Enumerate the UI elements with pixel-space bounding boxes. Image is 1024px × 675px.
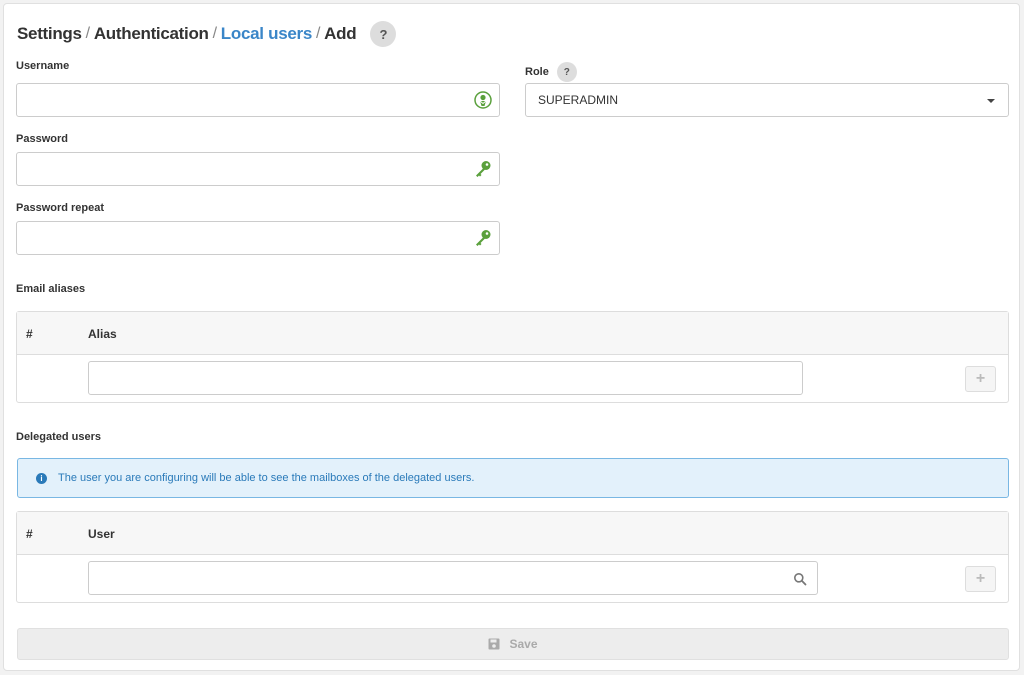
username-label: Username xyxy=(16,60,70,72)
chevron-down-icon xyxy=(987,99,995,103)
column-header-user: User xyxy=(88,527,115,541)
role-label-row: Role ? xyxy=(525,62,577,82)
info-icon: i xyxy=(36,472,47,484)
save-button[interactable]: Save xyxy=(17,628,1009,660)
role-help-icon[interactable]: ? xyxy=(556,62,577,82)
breadcrumb-add: Add xyxy=(324,24,357,43)
role-select[interactable]: SUPERADMIN xyxy=(525,83,1009,117)
save-button-label: Save xyxy=(509,637,538,651)
add-delegated-user-button[interactable]: + xyxy=(965,566,996,592)
key-icon xyxy=(473,159,493,179)
password-field[interactable] xyxy=(16,152,500,186)
password-repeat-label: Password repeat xyxy=(16,202,105,214)
username-field[interactable] xyxy=(16,83,500,117)
breadcrumb-separator: / xyxy=(315,25,321,42)
password-label: Password xyxy=(16,133,68,145)
breadcrumb-local-users-link[interactable]: Local users xyxy=(221,24,313,44)
alias-input[interactable] xyxy=(88,361,803,395)
user-search-input[interactable] xyxy=(88,561,818,595)
delegated-users-header: # User xyxy=(17,512,1008,555)
breadcrumb: Settings / Authentication / Local users … xyxy=(17,21,397,47)
email-aliases-header: # Alias xyxy=(17,312,1008,355)
role-selected-value: SUPERADMIN xyxy=(538,93,619,107)
breadcrumb-separator: / xyxy=(212,25,217,42)
delegated-users-table: # User + xyxy=(16,511,1009,603)
email-aliases-label: Email aliases xyxy=(16,283,86,295)
form-panel: Settings / Authentication / Local users … xyxy=(3,3,1020,671)
search-icon xyxy=(790,569,810,589)
column-header-alias: Alias xyxy=(88,327,117,341)
user-badge-icon xyxy=(473,90,493,110)
key-icon xyxy=(473,228,493,248)
help-icon[interactable]: ? xyxy=(370,21,397,47)
delegated-users-info-alert: i The user you are configuring will be a… xyxy=(17,458,1009,498)
column-header-number: # xyxy=(26,527,33,541)
add-alias-button[interactable]: + xyxy=(965,366,996,392)
breadcrumb-settings[interactable]: Settings xyxy=(17,24,82,44)
breadcrumb-separator: / xyxy=(85,25,90,42)
delegated-users-label: Delegated users xyxy=(16,431,101,443)
column-header-number: # xyxy=(26,327,33,341)
breadcrumb-authentication[interactable]: Authentication xyxy=(94,24,209,44)
floppy-disk-icon xyxy=(488,638,500,650)
email-aliases-table: # Alias + xyxy=(16,311,1009,403)
password-repeat-field[interactable] xyxy=(16,221,500,255)
role-label: Role xyxy=(525,66,549,78)
info-text: The user you are configuring will be abl… xyxy=(58,472,475,484)
